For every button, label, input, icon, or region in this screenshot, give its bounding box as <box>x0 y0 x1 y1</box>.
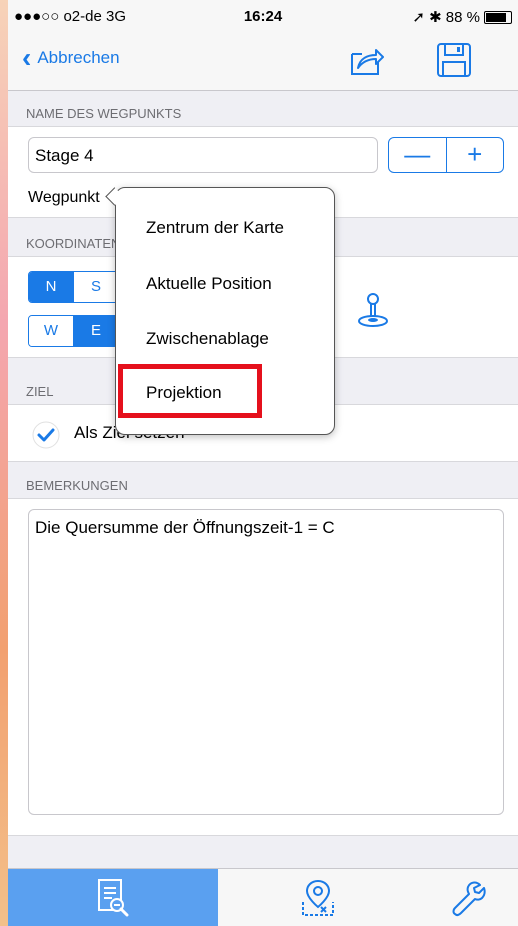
latitude-segment: N S <box>28 271 119 303</box>
tab-bar <box>8 868 518 926</box>
menu-item-clipboard[interactable]: Zwischenablage <box>146 329 269 349</box>
save-icon[interactable] <box>436 42 472 78</box>
menu-item-current-position[interactable]: Aktuelle Position <box>146 274 272 294</box>
lat-south-option[interactable]: S <box>73 272 118 302</box>
remarks-section-header: BEMERKUNGEN <box>26 478 128 493</box>
map-pin-icon <box>302 879 334 916</box>
navigation-bar: ‹ Abbrechen <box>8 30 518 91</box>
status-right: ➚ ✱ 88 % <box>412 8 512 26</box>
lat-north-option[interactable]: N <box>29 272 73 302</box>
details-icon <box>98 879 129 917</box>
waypoint-type-selector[interactable]: Wegpunkt <box>28 189 100 207</box>
cancel-label: Abbrechen <box>37 48 120 67</box>
chevron-left-icon: ‹ <box>22 42 32 73</box>
remarks-section: Die Quersumme der Öffnungszeit-1 = C <box>8 498 518 836</box>
app-screen: ●●●○○ o2-de 3G 16:24 ➚ ✱ 88 % ‹ Abbreche… <box>8 0 518 926</box>
longitude-segment: W E <box>28 315 119 347</box>
status-bar: ●●●○○ o2-de 3G 16:24 ➚ ✱ 88 % <box>8 0 518 30</box>
lon-east-option[interactable]: E <box>73 316 118 346</box>
tab-details[interactable] <box>8 869 218 926</box>
share-icon[interactable] <box>348 42 384 78</box>
location-pin-icon[interactable] <box>356 291 390 331</box>
wrench-icon <box>452 881 486 917</box>
lon-west-option[interactable]: W <box>29 316 73 346</box>
decrement-button[interactable]: — <box>389 138 447 172</box>
tab-tools[interactable] <box>418 869 518 926</box>
menu-item-map-center[interactable]: Zentrum der Karte <box>146 218 284 238</box>
waypoint-name-input[interactable]: Stage 4 <box>28 137 378 173</box>
name-stepper: — + <box>388 137 504 173</box>
battery-icon <box>484 10 512 24</box>
cancel-button[interactable]: ‹ Abbrechen <box>22 42 120 73</box>
name-section-header: NAME DES WEGPUNKTS <box>26 106 182 121</box>
battery-text: ➚ ✱ 88 % <box>412 9 480 26</box>
tab-map[interactable] <box>218 869 418 926</box>
increment-button[interactable]: + <box>447 138 504 172</box>
projection-highlight-box <box>118 364 262 418</box>
remarks-textarea[interactable]: Die Quersumme der Öffnungszeit-1 = C <box>28 509 504 815</box>
checkmark-icon[interactable] <box>32 421 60 449</box>
